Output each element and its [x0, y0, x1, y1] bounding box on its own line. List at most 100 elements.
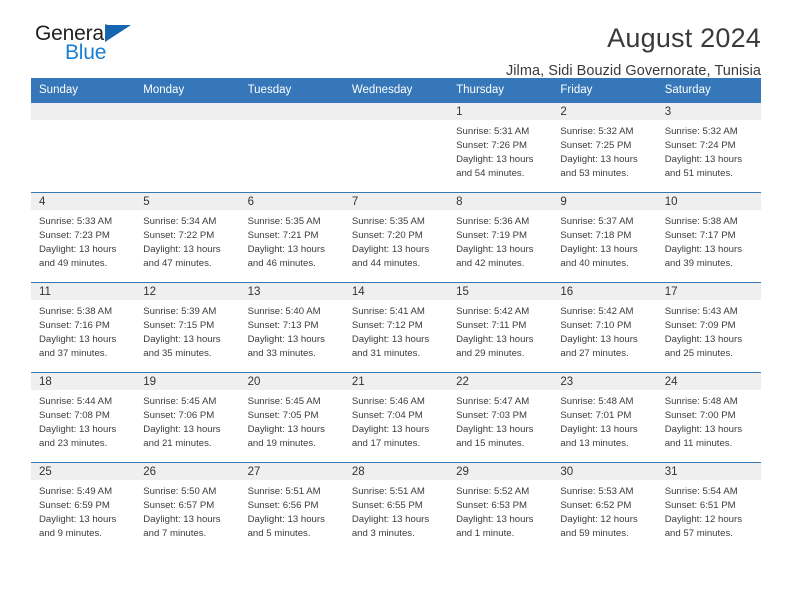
calendar-day-cell[interactable]: 26 Sunrise: 5:50 AM Sunset: 6:57 PM Dayligh…: [135, 462, 240, 553]
calendar-day-cell[interactable]: 17 Sunrise: 5:43 AM Sunset: 7:09 PM Dayligh…: [656, 282, 761, 373]
calendar-page: General Blue August 2024 Jilma, Sidi Bou…: [0, 0, 792, 612]
day-number: 17: [656, 283, 761, 300]
day-info-line: Sunrise: 5:38 AM: [664, 216, 738, 227]
day-sun-info: Sunrise: 5:53 AM Sunset: 6:52 PM Daylight:…: [552, 480, 656, 541]
calendar-day-cell[interactable]: 20 Sunrise: 5:45 AM Sunset: 7:05 PM Dayligh…: [239, 372, 344, 463]
day-info-line: Daylight: 13 hours: [247, 514, 325, 526]
day-info-line: Daylight: 13 hours: [247, 244, 325, 256]
calendar-day-cell[interactable]: 3 Sunrise: 5:32 AM Sunset: 7:24 PM Daylight…: [656, 102, 761, 193]
day-info-line: Sunrise: 5:49 AM: [39, 486, 113, 497]
day-info-line: Daylight: 13 hours: [664, 424, 743, 436]
day-sun-info: Sunrise: 5:52 AM Sunset: 6:53 PM Daylight:…: [448, 480, 552, 541]
calendar-day-cell[interactable]: 1 Sunrise: 5:31 AM Sunset: 7:26 PM Daylight…: [448, 102, 553, 193]
day-sun-info: Sunrise: 5:45 AM Sunset: 7:06 PM Daylight:…: [135, 390, 239, 451]
day-number: 26: [135, 463, 240, 480]
day-number: 3: [656, 103, 761, 120]
calendar-day-cell[interactable]: 12 Sunrise: 5:39 AM Sunset: 7:15 PM Dayligh…: [135, 282, 240, 373]
day-info-line: and 49 minutes.: [39, 258, 108, 270]
calendar-day-cell[interactable]: 10 Sunrise: 5:38 AM Sunset: 7:17 PM Dayligh…: [656, 192, 761, 283]
calendar-day-cell[interactable]: 6 Sunrise: 5:35 AM Sunset: 7:21 PM Daylight…: [239, 192, 344, 283]
weekday-header-monday: Monday: [135, 78, 240, 103]
brand-name-blue: Blue: [65, 41, 107, 64]
calendar-day-cell[interactable]: 16 Sunrise: 5:42 AM Sunset: 7:10 PM Dayligh…: [552, 282, 657, 373]
calendar-day-cell[interactable]: 30 Sunrise: 5:53 AM Sunset: 6:52 PM Dayligh…: [552, 462, 657, 553]
day-info-line: Daylight: 13 hours: [664, 244, 743, 256]
day-sun-info: Sunrise: 5:54 AM Sunset: 6:51 PM Daylight:…: [657, 480, 761, 541]
calendar-day-cell[interactable]: 24 Sunrise: 5:48 AM Sunset: 7:00 PM Dayligh…: [656, 372, 761, 463]
calendar-day-cell[interactable]: 9 Sunrise: 5:37 AM Sunset: 7:18 PM Daylight…: [552, 192, 657, 283]
calendar-day-cell[interactable]: 18 Sunrise: 5:44 AM Sunset: 7:08 PM Dayligh…: [31, 372, 136, 463]
day-sun-info: Sunrise: 5:41 AM Sunset: 7:12 PM Daylight:…: [344, 300, 448, 361]
calendar-day-cell[interactable]: 31 Sunrise: 5:54 AM Sunset: 6:51 PM Dayligh…: [656, 462, 761, 553]
day-info-line: and 33 minutes.: [247, 348, 316, 360]
calendar-day-cell[interactable]: 21 Sunrise: 5:46 AM Sunset: 7:04 PM Dayligh…: [343, 372, 449, 463]
title-block: August 2024 Jilma, Sidi Bouzid Governora…: [506, 22, 761, 80]
calendar-day-cell[interactable]: 2 Sunrise: 5:32 AM Sunset: 7:25 PM Daylight…: [552, 102, 657, 193]
day-info-line: Daylight: 13 hours: [351, 424, 430, 436]
day-info-line: Sunrise: 5:48 AM: [560, 396, 634, 407]
day-info-line: Daylight: 13 hours: [456, 244, 534, 256]
day-number: [343, 103, 449, 120]
calendar-day-cell[interactable]: 23 Sunrise: 5:48 AM Sunset: 7:01 PM Dayligh…: [552, 372, 657, 463]
day-number: 10: [656, 193, 761, 210]
day-info-line: Sunrise: 5:53 AM: [560, 486, 634, 497]
day-info-line: and 19 minutes.: [247, 438, 316, 450]
day-sun-info: Sunrise: 5:49 AM Sunset: 6:59 PM Daylight:…: [31, 480, 135, 541]
day-info-line: Daylight: 13 hours: [351, 244, 430, 256]
day-info-line: Sunrise: 5:48 AM: [664, 396, 738, 407]
day-sun-info: Sunrise: 5:44 AM Sunset: 7:08 PM Daylight:…: [31, 390, 135, 451]
weekday-header-saturday: Saturday: [656, 78, 761, 103]
calendar-day-cell[interactable]: 29 Sunrise: 5:52 AM Sunset: 6:53 PM Dayligh…: [448, 462, 553, 553]
brand-logo[interactable]: General Blue: [31, 22, 155, 70]
day-sun-info: Sunrise: 5:51 AM Sunset: 6:55 PM Daylight:…: [344, 480, 448, 541]
calendar-day-cell[interactable]: 8 Sunrise: 5:36 AM Sunset: 7:19 PM Daylight…: [448, 192, 553, 283]
day-sun-info: Sunrise: 5:34 AM Sunset: 7:22 PM Daylight:…: [135, 210, 239, 271]
calendar-week-row: 11 Sunrise: 5:38 AM Sunset: 7:16 PM Dayligh…: [31, 282, 761, 373]
page-title: August 2024: [607, 23, 761, 53]
calendar-day-cell[interactable]: 28 Sunrise: 5:51 AM Sunset: 6:55 PM Dayligh…: [343, 462, 449, 553]
day-info-line: Daylight: 12 hours: [664, 514, 743, 526]
day-info-line: Daylight: 13 hours: [560, 334, 638, 346]
weekday-header-sunday: Sunday: [31, 78, 136, 103]
calendar-day-cell[interactable]: 5 Sunrise: 5:34 AM Sunset: 7:22 PM Daylight…: [135, 192, 240, 283]
day-info-line: Sunrise: 5:51 AM: [351, 486, 425, 497]
day-sun-info: Sunrise: 5:47 AM Sunset: 7:03 PM Daylight:…: [448, 390, 552, 451]
day-info-line: Sunset: 6:59 PM: [39, 500, 110, 512]
day-info-line: and 54 minutes.: [456, 168, 525, 180]
day-info-line: Daylight: 13 hours: [143, 334, 221, 346]
calendar-day-cell[interactable]: 22 Sunrise: 5:47 AM Sunset: 7:03 PM Dayligh…: [448, 372, 553, 463]
day-number: 14: [343, 283, 449, 300]
day-number: 29: [448, 463, 553, 480]
day-sun-info: Sunrise: 5:45 AM Sunset: 7:05 PM Daylight:…: [240, 390, 344, 451]
page-header: General Blue August 2024 Jilma, Sidi Bou…: [31, 0, 761, 80]
day-info-line: Sunrise: 5:33 AM: [39, 216, 113, 227]
calendar-day-cell[interactable]: 4 Sunrise: 5:33 AM Sunset: 7:23 PM Daylight…: [31, 192, 136, 283]
calendar-week-row: 1 Sunrise: 5:31 AM Sunset: 7:26 PM Daylight…: [31, 102, 761, 193]
day-info-line: Sunrise: 5:43 AM: [664, 306, 738, 317]
calendar-day-cell[interactable]: 7 Sunrise: 5:35 AM Sunset: 7:20 PM Daylight…: [343, 192, 449, 283]
day-info-line: Daylight: 13 hours: [247, 334, 325, 346]
day-info-line: Sunset: 7:25 PM: [560, 140, 632, 152]
calendar-day-cell[interactable]: 27 Sunrise: 5:51 AM Sunset: 6:56 PM Dayligh…: [239, 462, 344, 553]
day-info-line: Sunset: 7:23 PM: [39, 230, 110, 242]
day-info-line: Sunset: 7:10 PM: [560, 320, 632, 332]
day-info-line: Sunrise: 5:54 AM: [664, 486, 738, 497]
day-info-line: Sunrise: 5:31 AM: [456, 126, 530, 137]
day-number: 7: [343, 193, 449, 210]
calendar-day-cell[interactable]: 15 Sunrise: 5:42 AM Sunset: 7:11 PM Dayligh…: [448, 282, 553, 373]
day-number: 5: [135, 193, 240, 210]
day-info-line: Sunrise: 5:35 AM: [247, 216, 321, 227]
day-info-line: Sunrise: 5:45 AM: [247, 396, 321, 407]
calendar-day-cell[interactable]: 13 Sunrise: 5:40 AM Sunset: 7:13 PM Dayligh…: [239, 282, 344, 373]
day-info-line: Sunset: 7:03 PM: [456, 410, 528, 422]
calendar-week-row: 18 Sunrise: 5:44 AM Sunset: 7:08 PM Dayligh…: [31, 372, 761, 463]
day-number: 8: [448, 193, 553, 210]
calendar-day-cell-empty: [343, 102, 449, 193]
day-info-line: Sunset: 7:19 PM: [456, 230, 528, 242]
day-number: 18: [31, 373, 136, 390]
day-sun-info: Sunrise: 5:48 AM Sunset: 7:00 PM Daylight:…: [657, 390, 761, 451]
calendar-day-cell[interactable]: 19 Sunrise: 5:45 AM Sunset: 7:06 PM Dayligh…: [135, 372, 240, 463]
calendar-day-cell[interactable]: 14 Sunrise: 5:41 AM Sunset: 7:12 PM Dayligh…: [343, 282, 449, 373]
calendar-day-cell[interactable]: 25 Sunrise: 5:49 AM Sunset: 6:59 PM Dayligh…: [31, 462, 136, 553]
calendar-day-cell[interactable]: 11 Sunrise: 5:38 AM Sunset: 7:16 PM Dayligh…: [31, 282, 136, 373]
